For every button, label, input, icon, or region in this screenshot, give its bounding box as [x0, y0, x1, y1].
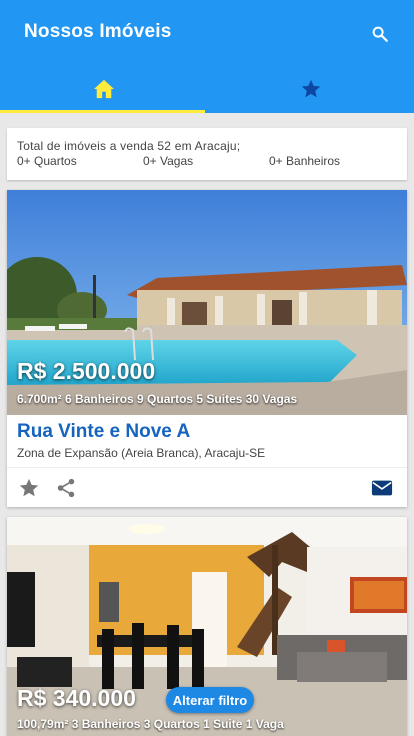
home-icon [93, 79, 114, 98]
search-icon [372, 26, 388, 42]
mail-icon [371, 480, 393, 496]
search-summary: Total de imóveis a venda 52 em Aracaju; … [7, 128, 407, 180]
star-outline-icon [19, 478, 39, 497]
summary-total: Total de imóveis a venda 52 em Aracaju; [17, 139, 241, 153]
summary-quartos: 0+ Quartos [17, 154, 77, 168]
summary-vagas: 0+ Vagas [143, 154, 194, 168]
tab-bar [0, 64, 414, 113]
app-bar: Nossos Imóveis [0, 0, 414, 113]
search-button[interactable] [364, 18, 396, 50]
tab-indicator [0, 110, 205, 113]
favorite-button[interactable] [17, 476, 41, 500]
card-actions [7, 467, 407, 507]
listing-card[interactable]: R$ 2.500.000 6.700m² 6 Banheiros 9 Quart… [7, 190, 407, 507]
tab-home[interactable] [0, 64, 207, 113]
listing-price: R$ 2.500.000 [17, 358, 156, 384]
share-icon [57, 478, 75, 498]
share-button[interactable] [54, 476, 78, 500]
tab-favorites[interactable] [207, 64, 414, 113]
listing-specs: 6.700m² 6 Banheiros 9 Quartos 5 Suites 3… [17, 392, 298, 406]
app-title: Nossos Imóveis [24, 21, 172, 42]
listing-price: R$ 340.000 [17, 685, 136, 711]
summary-banheiros: 0+ Banheiros [269, 154, 341, 168]
listing-district: Zona de Expansão (Areia Branca), Aracaju… [17, 446, 266, 460]
star-icon [301, 79, 320, 97]
change-filter-button[interactable]: Alterar filtro [166, 687, 254, 713]
contact-button[interactable] [370, 476, 394, 500]
listing-street: Rua Vinte e Nove A [17, 421, 191, 442]
listing-specs: 100,79m² 3 Banheiros 3 Quartos 1 Suite 1… [17, 717, 284, 731]
